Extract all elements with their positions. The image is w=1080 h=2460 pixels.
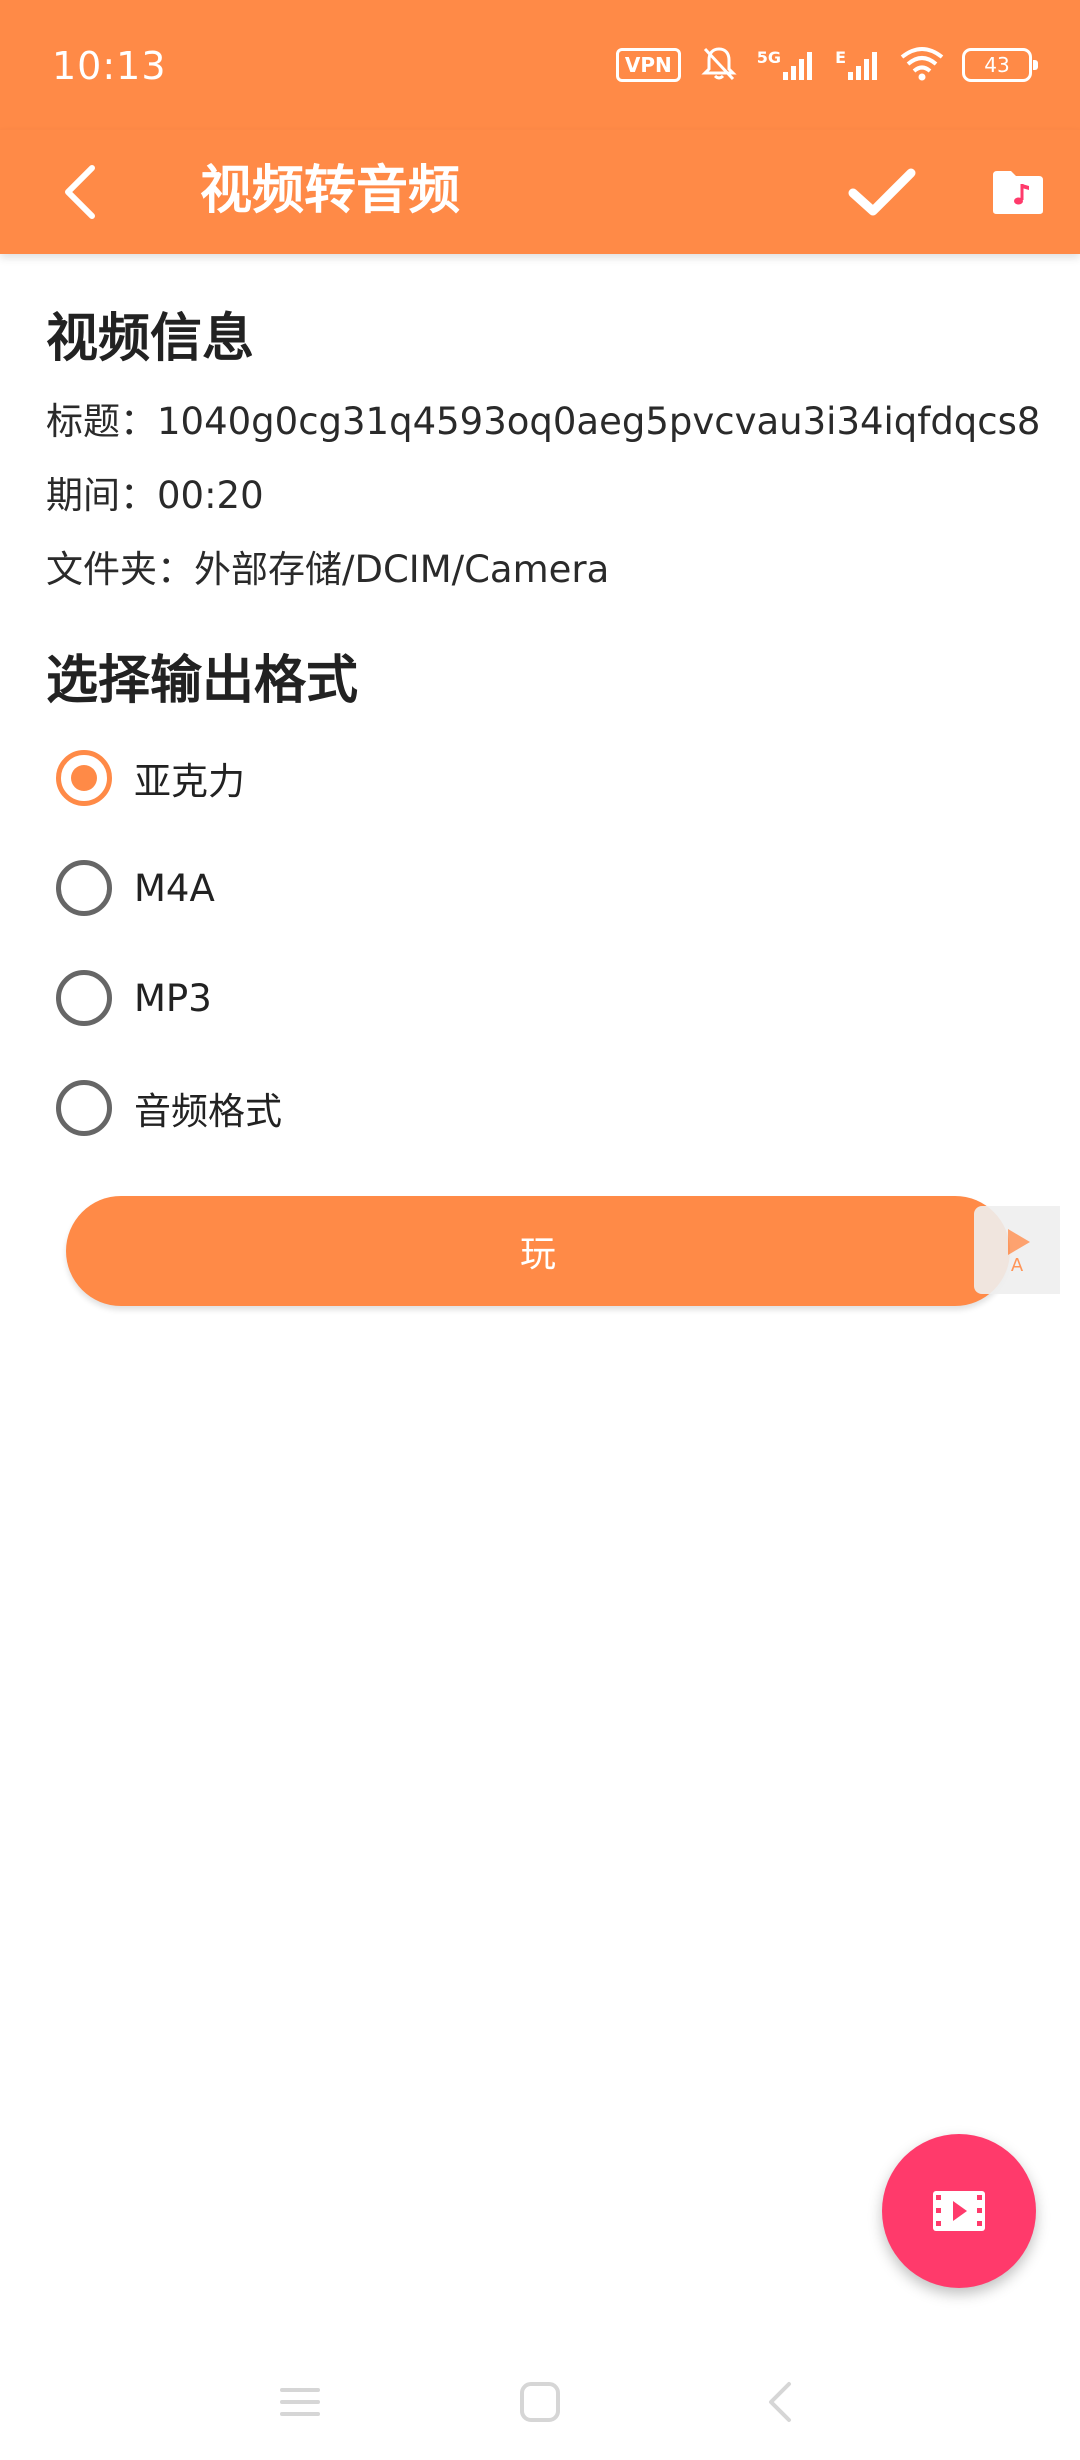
format-option-acrylic[interactable]: 亚克力 [56,738,245,818]
format-option-mp3[interactable]: MP3 [56,958,212,1038]
back-button[interactable] [40,152,120,232]
format-option-audio-format[interactable]: 音频格式 [56,1068,282,1148]
video-title-row: 标题：1040g0cg31q4593oq0aeg5pvcvau3i34iqfdq… [46,400,1041,443]
format-option-label: 亚克力 [134,760,245,803]
signal-5g-icon: 5G [757,48,817,82]
video-info-heading: 视频信息 [46,309,255,369]
format-option-label: M4A [134,866,215,910]
recent-apps-button[interactable] [260,2374,340,2430]
wifi-icon [900,45,944,85]
status-time: 10:13 [52,44,167,88]
arrow-back-icon [65,165,95,219]
play-triangle-icon [1008,1228,1030,1255]
confirm-button[interactable] [836,146,928,238]
radio-button[interactable] [56,1080,112,1136]
bell-muted-icon [699,43,739,87]
system-back-button[interactable] [740,2374,820,2430]
signal-e-icon: E [835,48,882,82]
output-format-heading: 选择输出格式 [46,651,359,711]
menu-icon [280,2388,320,2416]
page-title: 视频转音频 [200,161,461,221]
video-list-fab[interactable] [882,2134,1036,2288]
radio-button[interactable] [56,970,112,1026]
status-bar: 10:13 VPN 5G E 43 [0,0,1080,130]
system-nav-bar [0,2340,1080,2460]
video-file-icon [933,2191,985,2231]
side-tab-label: A [1010,1254,1024,1276]
radio-button-selected[interactable] [56,750,112,806]
vpn-badge: VPN [615,48,681,82]
radio-button[interactable] [56,860,112,916]
home-square-icon [520,2382,560,2422]
video-folder-row: 文件夹：外部存储/DCIM/Camera [46,548,610,591]
back-chevron-icon [769,2382,791,2422]
status-icons: VPN 5G E 43 [615,40,1038,90]
side-floating-tab[interactable]: A [974,1206,1060,1294]
output-folder-button[interactable] [976,148,1060,236]
format-option-m4a[interactable]: M4A [56,848,215,928]
check-icon [848,168,916,216]
home-button[interactable] [500,2374,580,2430]
format-option-label: MP3 [134,976,212,1020]
music-folder-icon [993,171,1043,214]
app-bar: 视频转音频 [0,130,1080,254]
video-duration-row: 期间：00:20 [46,474,264,517]
battery-indicator: 43 [962,48,1038,82]
format-option-label: 音频格式 [134,1090,282,1133]
play-button[interactable]: 玩 [66,1196,1010,1306]
